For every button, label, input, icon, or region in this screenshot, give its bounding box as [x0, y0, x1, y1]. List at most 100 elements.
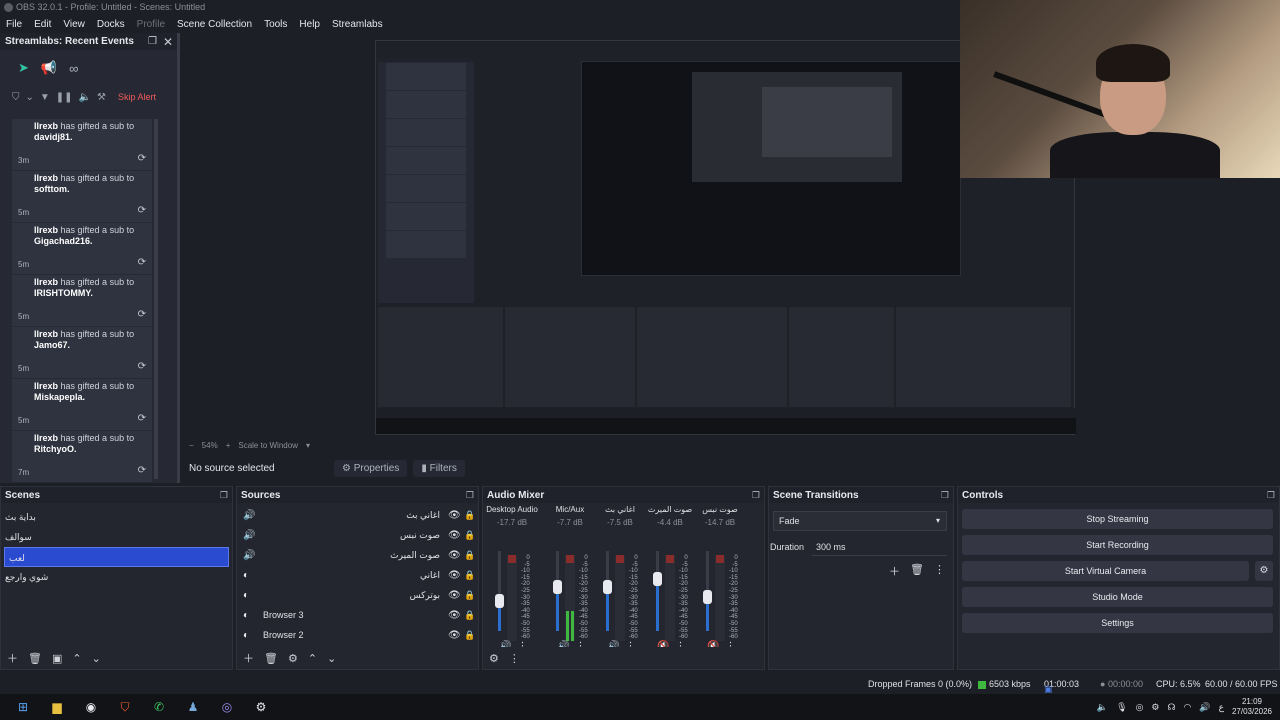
source-item[interactable]: ◐ اغاني 👁 🔒: [237, 565, 478, 585]
volume-icon[interactable]: 🔊: [1199, 702, 1210, 713]
start-menu-icon[interactable]: ⊞: [12, 698, 34, 716]
language-indicator[interactable]: ع: [1219, 702, 1224, 713]
source-item[interactable]: ◐ Browser 3 👁 🔒: [237, 605, 478, 625]
remove-transition-icon[interactable]: 🗑: [910, 563, 924, 579]
volume-knob[interactable]: [495, 594, 504, 609]
obs-app-icon[interactable]: ◉: [80, 698, 102, 716]
visibility-eye-icon[interactable]: 👁: [448, 510, 464, 521]
properties-button[interactable]: ⚙ Properties: [334, 459, 408, 477]
headset-icon[interactable]: ☊: [1168, 702, 1176, 713]
stop-streaming-button[interactable]: Stop Streaming: [962, 509, 1273, 529]
lock-icon[interactable]: 🔒: [464, 570, 478, 581]
mixer-menu-icon[interactable]: ⋮: [509, 652, 520, 665]
source-item[interactable]: 🔊 صوت الميرث 👁 🔒: [237, 545, 478, 565]
file-explorer-icon[interactable]: ▆: [46, 698, 68, 716]
studio-mode-button[interactable]: Studio Mode: [962, 587, 1273, 607]
discord-icon[interactable]: ◎: [216, 698, 238, 716]
settings-app-icon[interactable]: ⚙: [250, 698, 272, 716]
lock-icon[interactable]: 🔒: [464, 550, 478, 561]
volume-slider[interactable]: [656, 551, 659, 631]
pause-icon[interactable]: ❚❚: [56, 92, 73, 103]
float-dock-icon[interactable]: ❐: [466, 490, 474, 501]
tray-app-icon[interactable]: ◎: [1136, 702, 1144, 713]
send-icon[interactable]: ➤: [18, 60, 29, 76]
move-down-icon[interactable]: ⌄: [92, 652, 101, 665]
float-dock-icon[interactable]: ❐: [1267, 490, 1275, 501]
lock-icon[interactable]: 🔒: [464, 590, 478, 601]
scene-item[interactable]: سوالف: [1, 527, 232, 547]
move-up-icon[interactable]: ⌃: [308, 652, 317, 665]
source-item[interactable]: ◐ بوتركس 👁 🔒: [237, 585, 478, 605]
tray-app-icon[interactable]: ⚙: [1151, 702, 1159, 713]
speaker-icon[interactable]: 🔈: [1097, 702, 1108, 713]
filter-icon[interactable]: ▼: [40, 92, 50, 103]
transition-menu-icon[interactable]: ⋮: [934, 563, 945, 579]
scene-item[interactable]: شوي وارجع: [1, 567, 232, 587]
menu-view[interactable]: View: [63, 19, 85, 30]
visibility-eye-icon[interactable]: 👁: [448, 530, 464, 541]
visibility-eye-icon[interactable]: 👁: [448, 550, 464, 561]
volume-slider[interactable]: [498, 551, 501, 631]
scale-mode-select[interactable]: Scale to Window: [238, 441, 298, 450]
menu-docks[interactable]: Docks: [97, 19, 125, 30]
menu-file[interactable]: File: [6, 19, 22, 30]
clock[interactable]: 21:09 27/03/2026: [1232, 697, 1272, 717]
transition-select[interactable]: Fade ▾: [773, 511, 947, 531]
lock-icon[interactable]: 🔒: [464, 530, 478, 541]
menu-profile[interactable]: Profile: [137, 19, 165, 30]
megaphone-icon[interactable]: 📢: [41, 60, 57, 76]
visibility-eye-icon[interactable]: 👁: [448, 590, 464, 601]
filters-button[interactable]: ▮ Filters: [413, 459, 465, 477]
mic-icon[interactable]: 🎙: [1116, 702, 1127, 713]
move-down-icon[interactable]: ⌄: [327, 652, 336, 665]
volume-knob[interactable]: [703, 590, 712, 605]
source-item[interactable]: ◐ Browser 2 👁 🔒: [237, 625, 478, 645]
replay-icon[interactable]: ⟳: [138, 309, 146, 320]
link-icon[interactable]: ∞: [69, 61, 78, 76]
visibility-eye-icon[interactable]: 👁: [448, 570, 464, 581]
float-dock-icon[interactable]: ❐: [752, 490, 760, 501]
replay-icon[interactable]: ⟳: [138, 205, 146, 216]
visibility-eye-icon[interactable]: 👁: [448, 610, 464, 621]
float-dock-icon[interactable]: ❐: [148, 36, 157, 47]
source-properties-icon[interactable]: ⚙: [288, 652, 298, 665]
replay-icon[interactable]: ⟳: [138, 413, 146, 424]
scene-item[interactable]: بداية بث: [1, 507, 232, 527]
menu-edit[interactable]: Edit: [34, 19, 51, 30]
scene-filters-icon[interactable]: ▣: [52, 652, 62, 665]
source-item[interactable]: 🔊 اغاني بث 👁 🔒: [237, 505, 478, 525]
add-scene-icon[interactable]: ＋: [7, 650, 18, 666]
lock-icon[interactable]: 🔒: [464, 510, 478, 521]
menu-help[interactable]: Help: [299, 19, 320, 30]
float-dock-icon[interactable]: ❐: [941, 490, 949, 501]
chevron-down-icon[interactable]: ⌄: [26, 92, 34, 103]
scene-item[interactable]: لعب: [4, 547, 229, 567]
move-up-icon[interactable]: ⌃: [72, 652, 81, 665]
mute-alerts-icon[interactable]: ⚒: [97, 92, 106, 103]
close-dock-icon[interactable]: ✕: [163, 35, 173, 49]
wifi-icon[interactable]: ◠: [1184, 702, 1192, 713]
replay-icon[interactable]: ⟳: [138, 361, 146, 372]
replay-icon[interactable]: ⟳: [138, 465, 146, 476]
visibility-eye-icon[interactable]: 👁: [448, 630, 464, 641]
source-item[interactable]: 🔊 صوت نبس 👁 🔒: [237, 525, 478, 545]
replay-icon[interactable]: ⟳: [138, 257, 146, 268]
shield-icon[interactable]: ⛉: [12, 92, 20, 103]
zoom-in-icon[interactable]: +: [226, 441, 231, 450]
replay-icon[interactable]: ⟳: [138, 153, 146, 164]
brave-browser-icon[interactable]: ⛉: [114, 698, 136, 716]
virtual-camera-settings-icon[interactable]: ⚙: [1255, 561, 1273, 581]
menu-scene-collection[interactable]: Scene Collection: [177, 19, 252, 30]
menu-streamlabs[interactable]: Streamlabs: [332, 19, 383, 30]
duration-input[interactable]: 300 ms: [812, 538, 947, 556]
app-icon[interactable]: ♟: [182, 698, 204, 716]
advanced-audio-icon[interactable]: ⚙: [489, 652, 499, 665]
settings-button[interactable]: Settings: [962, 613, 1273, 633]
chevron-down-icon[interactable]: ▾: [306, 441, 310, 450]
remove-scene-icon[interactable]: 🗑: [28, 652, 42, 665]
lock-icon[interactable]: 🔒: [464, 630, 478, 641]
whatsapp-icon[interactable]: ✆: [148, 698, 170, 716]
menu-tools[interactable]: Tools: [264, 19, 287, 30]
add-source-icon[interactable]: ＋: [243, 650, 254, 666]
float-dock-icon[interactable]: ❐: [220, 490, 228, 501]
